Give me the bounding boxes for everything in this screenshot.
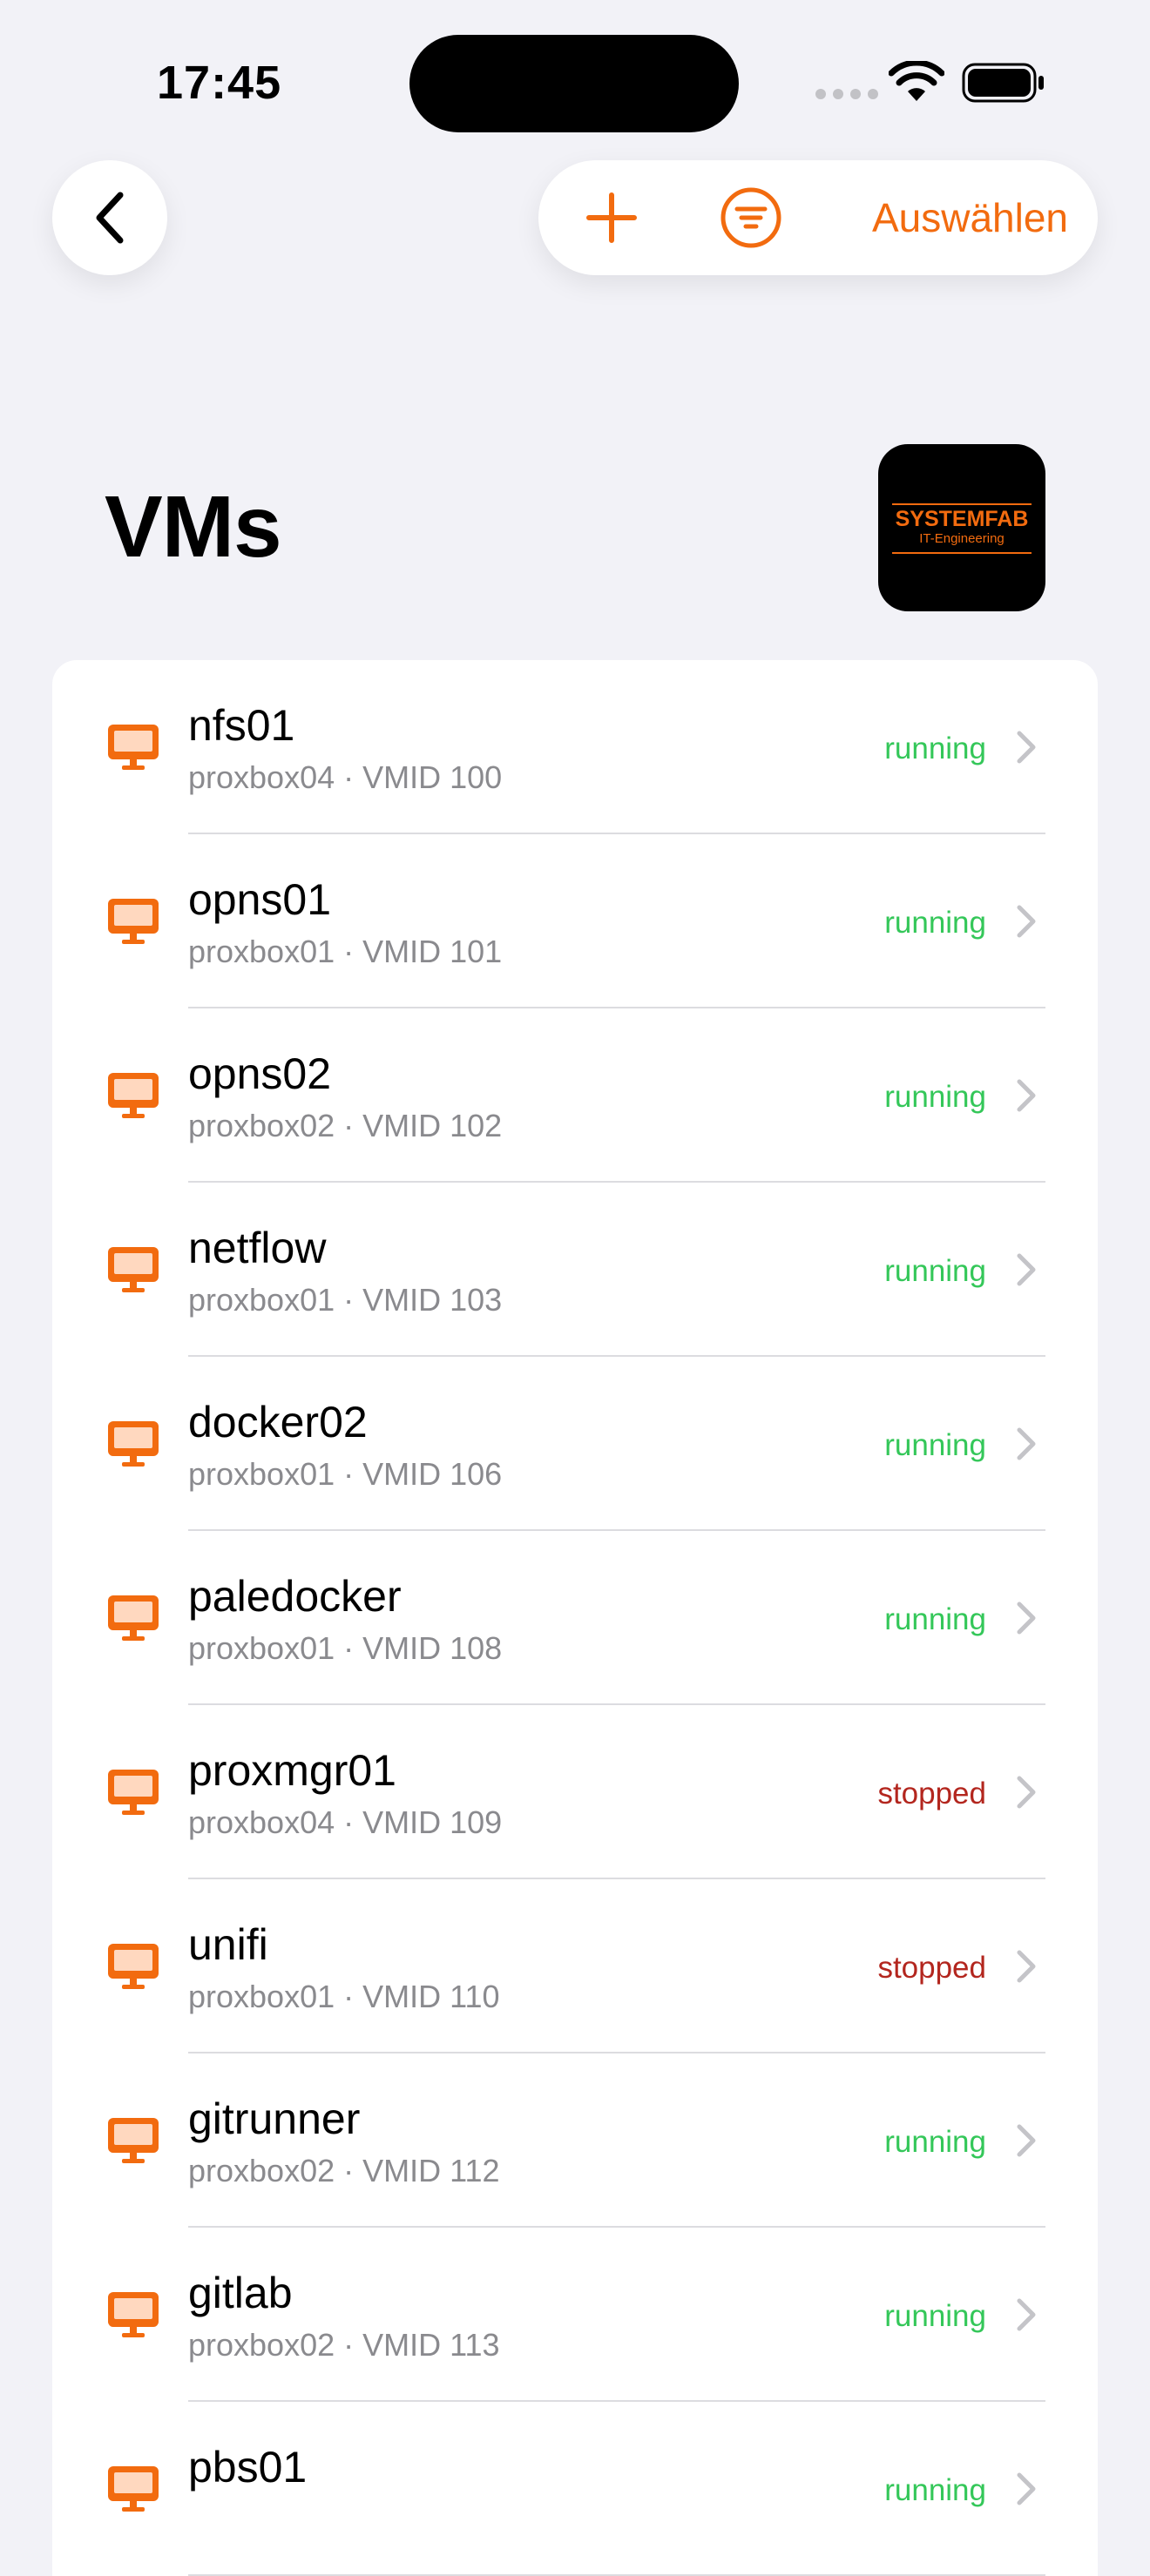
chevron-right-icon — [1017, 1427, 1036, 1460]
vm-name: nfs01 — [188, 701, 295, 750]
desktop-computer-icon — [108, 1073, 159, 1118]
select-button[interactable]: Auswählen — [872, 160, 1068, 275]
vm-name: proxmgr01 — [188, 1746, 396, 1795]
vm-name: pbs01 — [188, 2443, 308, 2492]
vm-list-item-opns01[interactable]: opns01 proxbox01 · VMID 101 running — [52, 834, 1098, 1008]
vm-list-item-opns02[interactable]: opns02 proxbox02 · VMID 102 running — [52, 1008, 1098, 1183]
vm-list-item-paledocker[interactable]: paledocker proxbox01 · VMID 108 running — [52, 1531, 1098, 1705]
battery-icon — [962, 63, 1044, 103]
desktop-computer-icon — [108, 725, 159, 770]
desktop-computer-icon — [108, 1421, 159, 1467]
vm-status-label: running — [884, 732, 986, 765]
vm-list-item-unifi[interactable]: unifi proxbox01 · VMID 110 stopped — [52, 1879, 1098, 2053]
vm-list-item-docker02[interactable]: docker02 proxbox01 · VMID 106 running — [52, 1357, 1098, 1531]
chevron-right-icon — [1017, 2298, 1036, 2331]
vm-name: gitrunner — [188, 2094, 361, 2143]
toolbar-actions: Auswählen — [538, 160, 1098, 275]
page-title: VMs — [105, 478, 282, 576]
vm-host-vmid: proxbox02 · VMID 113 — [188, 2327, 500, 2363]
status-bar: 17:45 — [0, 0, 1150, 148]
vm-list-item-netflow[interactable]: netflow proxbox01 · VMID 103 running — [52, 1183, 1098, 1357]
vm-host-vmid: proxbox01 · VMID 101 — [188, 934, 503, 969]
vm-host-vmid: proxbox01 · VMID 106 — [188, 1456, 503, 1492]
chevron-right-icon — [1017, 1602, 1036, 1635]
chevron-right-icon — [1017, 905, 1036, 938]
cellular-signal-icon — [815, 89, 878, 99]
plus-icon — [586, 192, 637, 243]
brand-logo: SYSTEMFAB IT-Engineering — [878, 444, 1045, 611]
vm-host-vmid: proxbox02 · VMID 102 — [188, 1108, 503, 1143]
vm-status-label: running — [884, 1254, 986, 1288]
desktop-computer-icon — [108, 1770, 159, 1815]
brand-logo-tagline: IT-Engineering — [919, 531, 1005, 546]
vm-host-vmid: proxbox01 · VMID 108 — [188, 1630, 503, 1666]
vm-host-vmid: proxbox04 · VMID 100 — [188, 759, 503, 795]
vm-status-label: stopped — [877, 1951, 986, 1985]
brand-logo-name: SYSTEMFAB — [895, 507, 1029, 531]
chevron-right-icon — [1017, 2124, 1036, 2157]
vm-status-label: running — [884, 2125, 986, 2159]
chevron-right-icon — [1017, 731, 1036, 764]
vm-list: nfs01 proxbox04 · VMID 100 running opns0… — [52, 660, 1098, 2576]
chevron-left-icon — [96, 192, 124, 244]
vm-status-label: running — [884, 1602, 986, 1636]
vm-status-label: stopped — [877, 1777, 986, 1811]
vm-list-item-gitrunner[interactable]: gitrunner proxbox02 · VMID 112 running — [52, 2053, 1098, 2228]
vm-host-vmid: proxbox01 · VMID 110 — [188, 1979, 500, 2014]
desktop-computer-icon — [108, 1595, 159, 1641]
desktop-computer-icon — [108, 899, 159, 944]
filter-button[interactable] — [713, 179, 789, 256]
desktop-computer-icon — [108, 1944, 159, 1989]
vm-status-label: running — [884, 2299, 986, 2333]
filter-circle-icon — [720, 187, 781, 248]
back-button[interactable] — [52, 160, 167, 275]
chevron-right-icon — [1017, 1776, 1036, 1809]
dynamic-island — [409, 35, 739, 132]
vm-status-label: running — [884, 2473, 986, 2507]
vm-list-item-pbs01[interactable]: pbs01 running — [52, 2402, 1098, 2576]
vm-name: opns01 — [188, 875, 332, 924]
desktop-computer-icon — [108, 2466, 159, 2512]
chevron-right-icon — [1017, 1079, 1036, 1112]
desktop-computer-icon — [108, 2292, 159, 2337]
vm-list-item-proxmgr01[interactable]: proxmgr01 proxbox04 · VMID 109 stopped — [52, 1705, 1098, 1879]
wifi-icon — [889, 61, 944, 101]
chevron-right-icon — [1017, 2472, 1036, 2505]
vm-host-vmid: proxbox02 · VMID 112 — [188, 2153, 500, 2188]
desktop-computer-icon — [108, 1247, 159, 1292]
vm-list-item-nfs01[interactable]: nfs01 proxbox04 · VMID 100 running — [52, 660, 1098, 834]
vm-list-item-gitlab[interactable]: gitlab proxbox02 · VMID 113 running — [52, 2228, 1098, 2402]
vm-name: gitlab — [188, 2269, 293, 2317]
vm-name: paledocker — [188, 1572, 402, 1621]
chevron-right-icon — [1017, 1253, 1036, 1286]
vm-host-vmid: proxbox01 · VMID 103 — [188, 1282, 503, 1318]
desktop-computer-icon — [108, 2118, 159, 2163]
vm-name: docker02 — [188, 1398, 368, 1446]
vm-status-label: running — [884, 1080, 986, 1114]
vm-name: opns02 — [188, 1049, 332, 1098]
status-time: 17:45 — [157, 57, 282, 109]
vm-name: unifi — [188, 1920, 268, 1969]
chevron-right-icon — [1017, 1950, 1036, 1983]
add-vm-button[interactable] — [573, 179, 650, 256]
vm-host-vmid: proxbox04 · VMID 109 — [188, 1804, 503, 1840]
vm-name: netflow — [188, 1224, 327, 1272]
vm-status-label: running — [884, 1428, 986, 1462]
vm-status-label: running — [884, 906, 986, 940]
